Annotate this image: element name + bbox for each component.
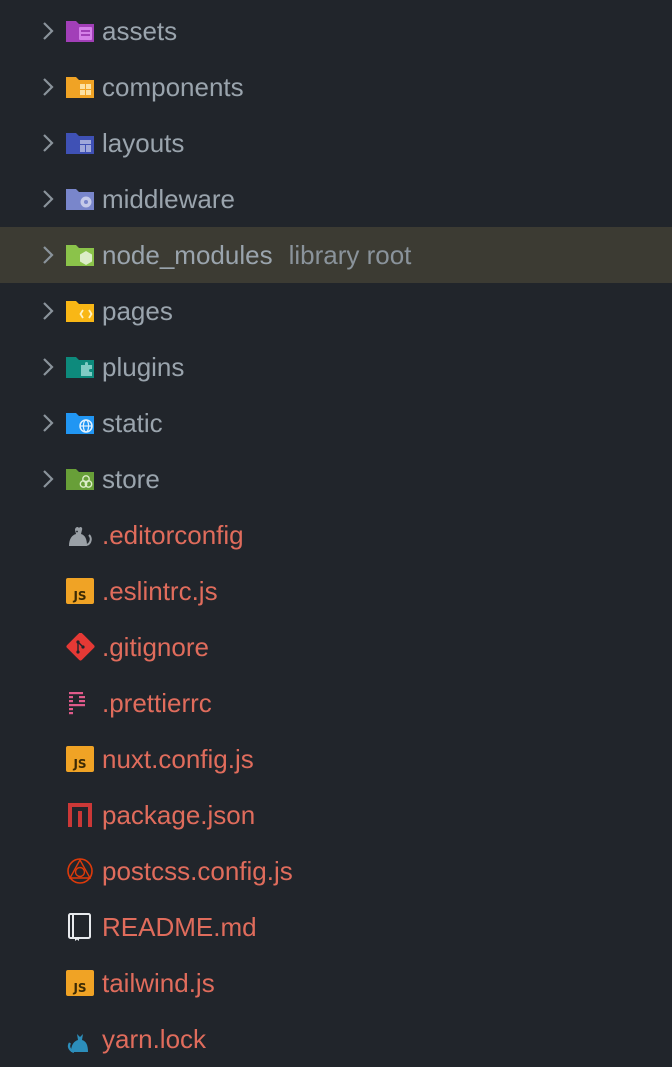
folder-label: components — [102, 72, 244, 102]
chevron-right-icon[interactable] — [40, 413, 56, 433]
javascript-icon: JS — [65, 745, 95, 773]
chevron-right-icon[interactable] — [40, 301, 56, 321]
file-label: .editorconfig — [102, 520, 244, 550]
folder-label: store — [102, 464, 160, 494]
tree-file-readme[interactable]: README.md — [0, 899, 672, 955]
tree-file-editorconfig[interactable]: .editorconfig — [0, 507, 672, 563]
file-label: .gitignore — [102, 632, 209, 662]
tree-file-tailwind[interactable]: JS tailwind.js — [0, 955, 672, 1011]
javascript-icon: JS — [65, 577, 95, 605]
npm-icon — [65, 801, 95, 829]
folder-label: static — [102, 408, 163, 438]
tree-folder-components[interactable]: components — [0, 59, 672, 115]
tree-folder-layouts[interactable]: layouts — [0, 115, 672, 171]
store-folder-icon — [65, 465, 95, 493]
file-label: tailwind.js — [102, 968, 215, 998]
chevron-right-icon[interactable] — [40, 21, 56, 41]
tree-file-nuxt-config[interactable]: JS nuxt.config.js — [0, 731, 672, 787]
plugins-folder-icon — [65, 353, 95, 381]
folder-label: plugins — [102, 352, 185, 382]
file-label: README.md — [102, 912, 257, 942]
folder-label: node_modules library root — [102, 227, 411, 283]
chevron-right-icon[interactable] — [40, 77, 56, 97]
folder-label: middleware — [102, 184, 235, 214]
tree-folder-static[interactable]: static — [0, 395, 672, 451]
layouts-folder-icon — [65, 129, 95, 157]
readme-book-icon — [65, 913, 95, 941]
tree-file-prettierrc[interactable]: .prettierrc — [0, 675, 672, 731]
postcss-icon — [65, 857, 95, 885]
git-icon — [65, 632, 95, 661]
folder-name: node_modules — [102, 240, 273, 270]
file-label: .prettierrc — [102, 688, 212, 718]
file-label: nuxt.config.js — [102, 744, 254, 774]
project-file-tree: assets components layouts middleware nod… — [0, 3, 672, 1067]
svg-text:JS: JS — [72, 589, 86, 603]
file-label: yarn.lock — [102, 1024, 207, 1054]
tree-file-package-json[interactable]: package.json — [0, 787, 672, 843]
file-label: postcss.config.js — [102, 856, 293, 886]
svg-text:JS: JS — [72, 981, 86, 995]
chevron-right-icon[interactable] — [40, 469, 56, 489]
tree-folder-assets[interactable]: assets — [0, 3, 672, 59]
tree-folder-store[interactable]: store — [0, 451, 672, 507]
file-label: .eslintrc.js — [102, 576, 218, 606]
chevron-right-icon[interactable] — [40, 357, 56, 377]
folder-label: layouts — [102, 128, 185, 158]
prettier-icon — [65, 689, 95, 717]
svg-text:JS: JS — [72, 757, 86, 771]
middleware-folder-icon — [65, 185, 95, 213]
file-label: package.json — [102, 800, 256, 830]
tree-folder-node-modules[interactable]: node_modules library root — [0, 227, 672, 283]
chevron-right-icon[interactable] — [40, 133, 56, 153]
pages-folder-icon — [65, 297, 95, 325]
tree-file-postcss-config[interactable]: postcss.config.js — [0, 843, 672, 899]
library-root-label: library root — [288, 240, 412, 270]
tree-file-gitignore[interactable]: .gitignore — [0, 619, 672, 675]
javascript-icon: JS — [65, 969, 95, 997]
folder-label: assets — [102, 16, 178, 46]
editorconfig-icon — [65, 521, 95, 549]
tree-folder-middleware[interactable]: middleware — [0, 171, 672, 227]
components-folder-icon — [65, 73, 95, 101]
node-folder-icon — [65, 241, 95, 269]
static-folder-icon — [65, 409, 95, 437]
tree-folder-pages[interactable]: pages — [0, 283, 672, 339]
chevron-right-icon[interactable] — [40, 189, 56, 209]
tree-file-eslintrc[interactable]: JS .eslintrc.js — [0, 563, 672, 619]
assets-folder-icon — [65, 17, 95, 45]
tree-folder-plugins[interactable]: plugins — [0, 339, 672, 395]
tree-file-yarn-lock[interactable]: yarn.lock — [0, 1011, 672, 1067]
chevron-right-icon[interactable] — [40, 245, 56, 265]
folder-label: pages — [102, 296, 173, 326]
yarn-cat-icon — [65, 1025, 95, 1054]
